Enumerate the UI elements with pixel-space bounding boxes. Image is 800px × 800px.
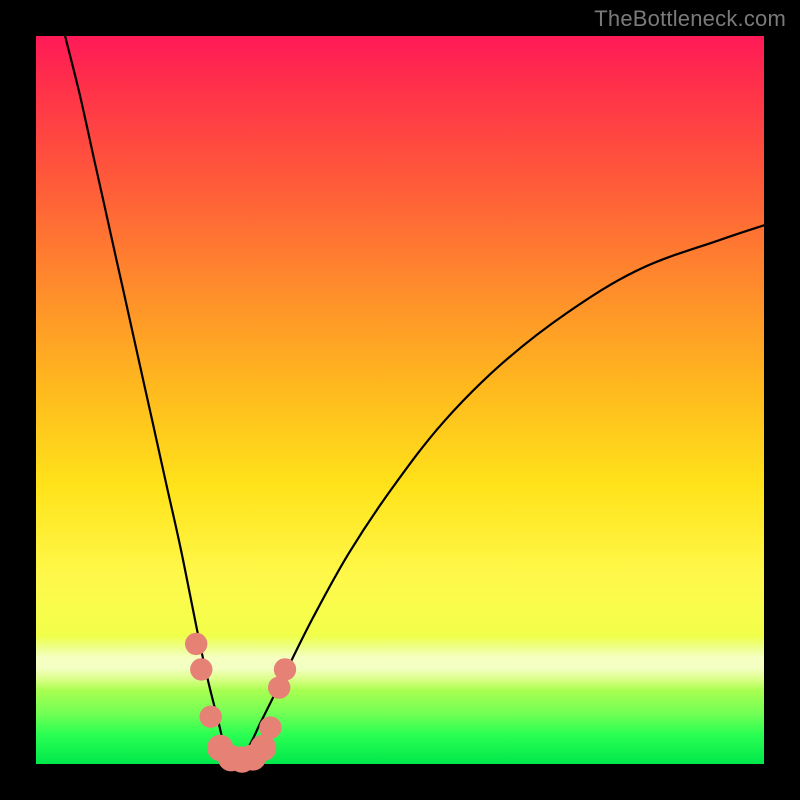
trough-marker: [200, 706, 222, 728]
chart-svg: [36, 36, 764, 764]
curve-left-arm: [65, 36, 233, 764]
trough-marker: [274, 658, 296, 680]
trough-marker: [259, 716, 281, 738]
trough-marker: [185, 633, 207, 655]
chart-frame: TheBottleneck.com: [0, 0, 800, 800]
trough-marker: [250, 735, 276, 761]
trough-marker: [190, 658, 212, 680]
watermark-text: TheBottleneck.com: [594, 6, 786, 32]
curve-right-arm: [233, 225, 764, 764]
